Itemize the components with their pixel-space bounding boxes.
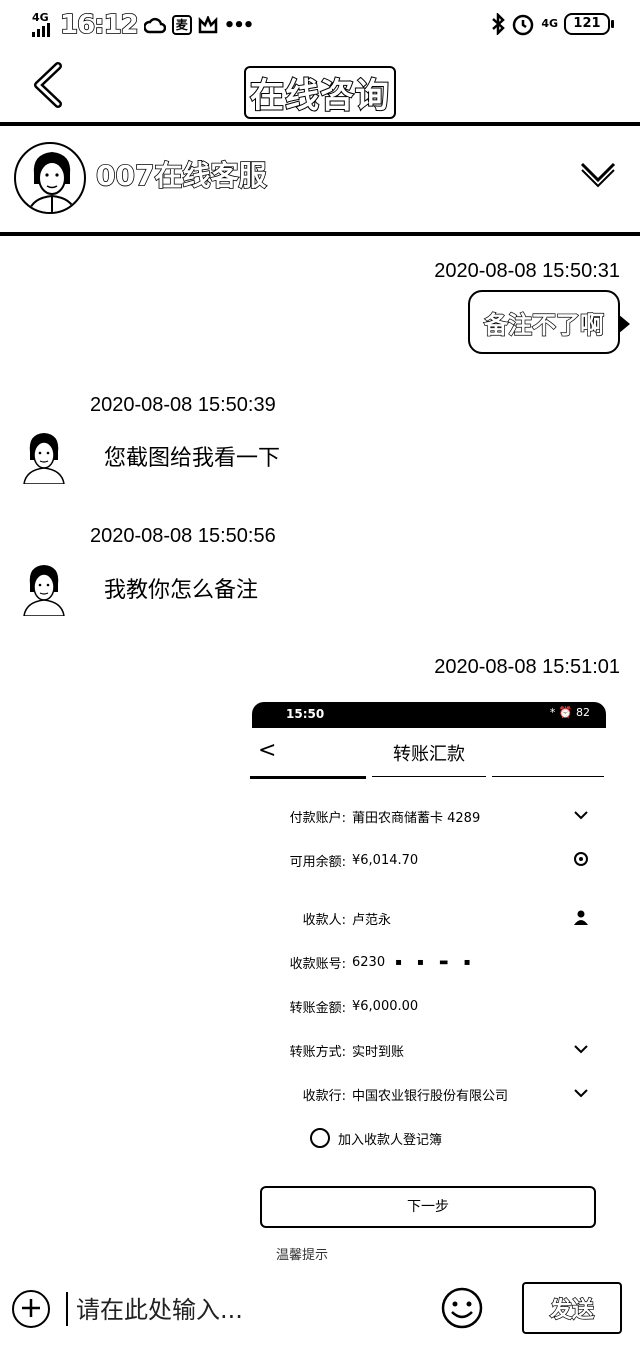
input-bar: 发送 [0,1272,640,1351]
message-input[interactable] [76,1288,406,1332]
field-value: 6230 [352,954,386,970]
eye-icon [572,850,590,868]
agent-portrait-icon [27,152,77,212]
status-bar: 4G 16:12 麦 ••• 4G 121 [0,0,640,50]
screenshot-field: 收款人: 卢范永 [250,906,608,930]
field-value: ¥6,014.70 [352,852,419,868]
add-attachment-button[interactable] [12,1290,50,1328]
screenshot-tab [492,776,604,777]
nav-bar: 在线咨询 [0,50,640,126]
screenshot-field: 可用余额: ¥6,014.70 [250,848,608,872]
screenshot-nav: < 转账汇款 [250,728,608,776]
field-label: 收款人: [302,912,346,928]
screenshot-next-button: 下一步 [260,1186,596,1228]
network-right-label: 4G [541,17,558,30]
alarm-icon [513,14,534,36]
agent-avatar-small [23,565,65,616]
battery-level: 121 [573,16,601,31]
field-label: 收款账号: [289,956,346,972]
screenshot-field: 转账金额: ¥6,000.00 [250,994,608,1018]
bluetooth-icon [492,13,506,35]
field-value: 中国农业银行股份有限公司 [352,1088,509,1104]
screenshot-field: 收款账号: 6230 ▪ ▪ ▬ ▪ [250,950,608,974]
signal-icon: 4G [32,11,54,37]
signal-bars-icon [32,23,50,37]
agent-name: 007在线客服 [95,158,267,193]
agent-avatar-small [23,433,65,484]
checkbox-label: 加入收款人登记簿 [338,1132,443,1148]
agent-avatar [14,142,86,214]
field-value: ¥6,000.00 [352,998,419,1014]
screenshot-tab [372,776,486,777]
screenshot-field: 付款账户: 莆田农商储蓄卡 4289 [250,804,608,828]
chat-bubble-incoming: 我教你怎么备注 [104,578,259,603]
send-button[interactable]: 发送 [522,1282,622,1334]
field-label: 可用余额: [289,854,346,870]
field-value: 莆田农商储蓄卡 4289 [352,810,481,826]
agent-header: 007在线客服 [0,128,640,236]
more-icon: ••• [223,14,254,36]
divider [66,1292,68,1326]
screenshot-time: 15:50 [286,707,325,721]
chat-bubble-incoming: 您截图给我看一下 [104,446,281,471]
page-title-text: 在线咨询 [244,66,396,119]
plus-icon [22,1299,40,1317]
screenshot-tabs [250,776,608,780]
field-label: 转账金额: [289,1000,346,1016]
screenshot-title: 转账汇款 [393,744,465,765]
screenshot-tip: 温馨提示 [276,1248,329,1263]
chevron-down-icon [572,1084,590,1102]
battery-icon: 121 [564,13,614,35]
screenshot-tab-active [250,776,366,779]
crown-icon [198,16,218,34]
redacted-mark: ▪ ▪ ▬ ▪ [395,956,477,968]
status-time: 16:12 [59,9,139,41]
network-label: 4G [32,11,49,24]
field-label: 收款行: [302,1088,346,1104]
screenshot-status-right: * ⏰ 82 [549,706,590,719]
field-value: 卢范永 [352,912,392,928]
chevron-down-icon[interactable] [578,158,618,188]
chat-bubble-outgoing: 备注不了啊 [468,290,630,354]
message-timestamp: 2020-08-08 15:50:31 [434,260,620,282]
field-value: 实时到账 [352,1044,405,1060]
message-timestamp: 2020-08-08 15:50:56 [90,525,276,547]
app-icon: 麦 [171,15,192,35]
field-label: 转账方式: [289,1044,346,1060]
message-timestamp: 2020-08-08 15:51:01 [434,656,620,678]
screenshot-status-bar: 15:50 * ⏰ 82 [252,702,606,728]
checkbox-icon [310,1128,330,1148]
image-message[interactable]: 15:50 * ⏰ 82 < 转账汇款 付款账户: 莆田农商储蓄卡 4289 可… [250,700,608,1276]
person-icon [572,908,590,926]
chevron-down-icon [572,806,590,824]
screenshot-field: 转账方式: 实时到账 [250,1038,608,1062]
cloud-icon [143,17,166,34]
field-label: 付款账户: [289,810,346,826]
screenshot-checkbox: 加入收款人登记簿 [310,1128,442,1148]
screenshot-field: 收款行: 中国农业银行股份有限公司 [250,1082,608,1106]
emoji-button[interactable] [440,1286,484,1330]
chevron-down-icon [572,1040,590,1058]
message-timestamp: 2020-08-08 15:50:39 [90,394,276,416]
page-title: 在线咨询 [0,66,640,119]
